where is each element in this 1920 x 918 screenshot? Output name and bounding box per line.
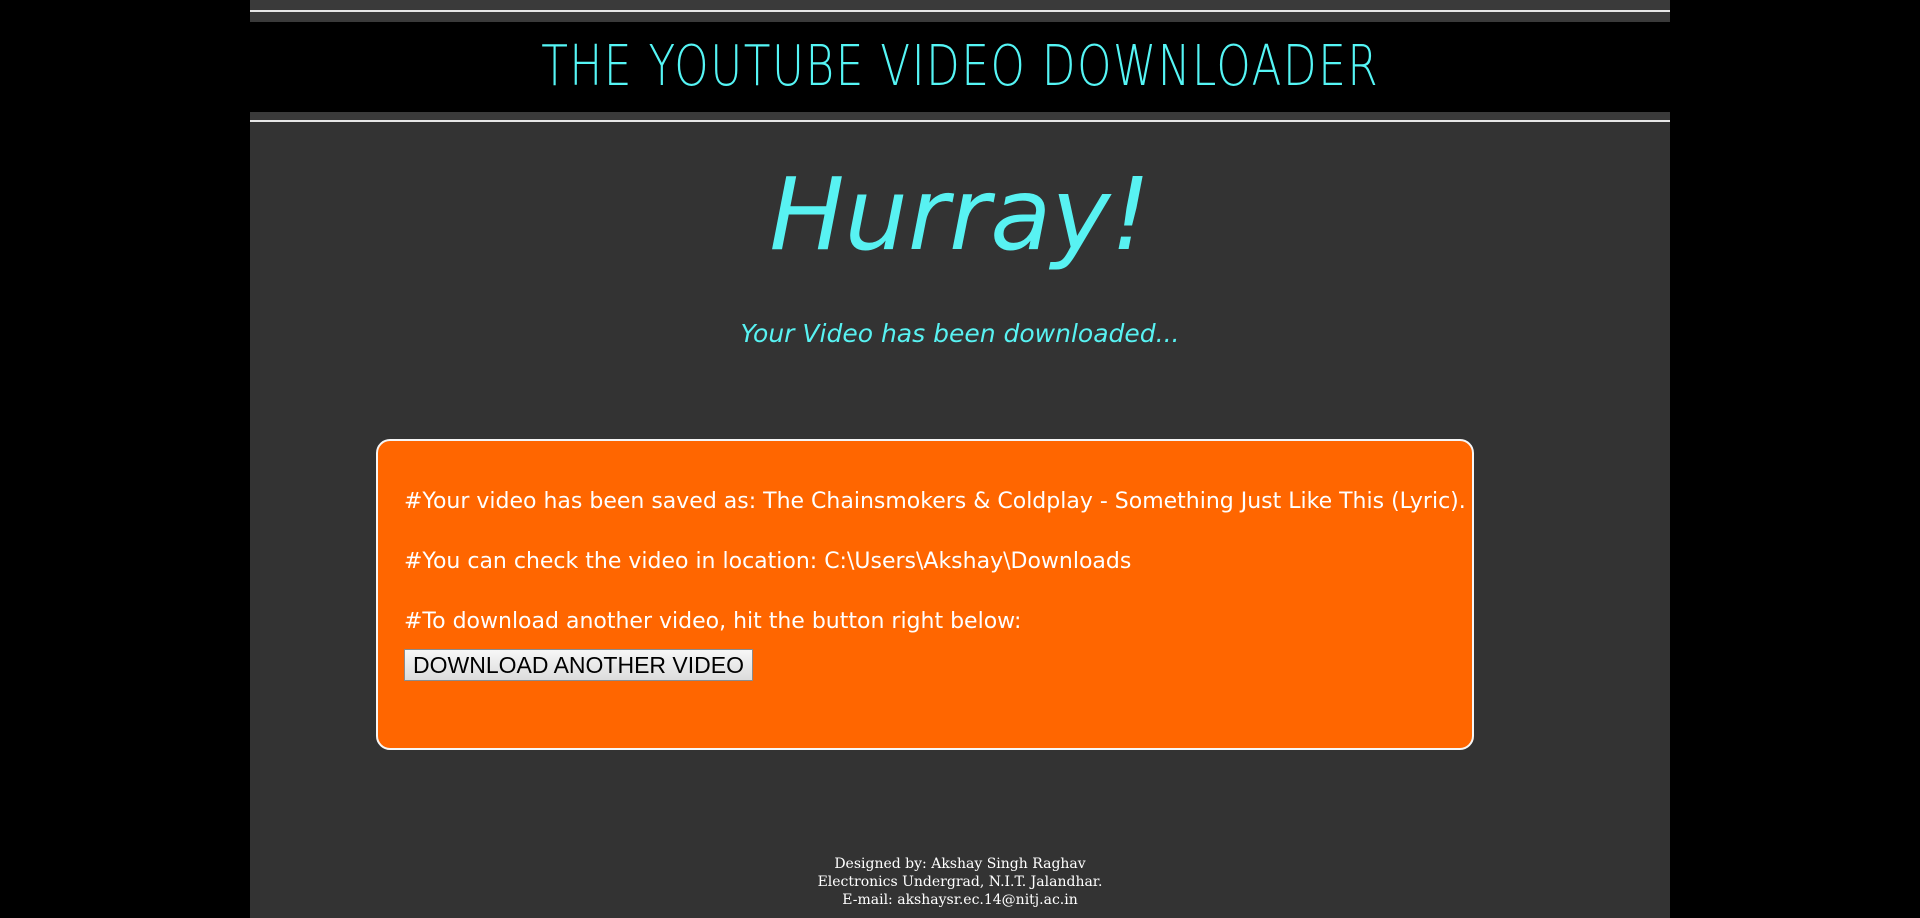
download-another-video-button[interactable]: DOWNLOAD ANOTHER VIDEO bbox=[404, 649, 753, 681]
success-subheading: Your Video has been downloaded... bbox=[740, 319, 1180, 348]
download-location-message: #You can check the video in location: C:… bbox=[404, 549, 1132, 574]
footer-affiliation: Electronics Undergrad, N.I.T. Jalandhar. bbox=[817, 874, 1103, 890]
footer-email: E-mail: akshaysr.ec.14@nitj.ac.in bbox=[842, 892, 1078, 908]
header-bottom-divider bbox=[250, 120, 1670, 122]
site-header: THE YOUTUBE VIDEO DOWNLOADER bbox=[250, 22, 1670, 112]
page-container: THE YOUTUBE VIDEO DOWNLOADER Hurray! You… bbox=[250, 0, 1670, 918]
success-heading: Hurray! bbox=[769, 156, 1151, 273]
header-band: THE YOUTUBE VIDEO DOWNLOADER bbox=[250, 0, 1670, 122]
saved-file-message: #Your video has been saved as: The Chain… bbox=[404, 489, 1466, 514]
footer-designer: Designed by: Akshay Singh Raghav bbox=[834, 856, 1086, 872]
download-result-panel: #Your video has been saved as: The Chain… bbox=[376, 439, 1474, 750]
site-title: THE YOUTUBE VIDEO DOWNLOADER bbox=[540, 34, 1380, 99]
site-footer: Designed by: Akshay Singh Raghav Electro… bbox=[250, 855, 1670, 909]
next-step-instruction: #To download another video, hit the butt… bbox=[404, 609, 1022, 634]
header-top-divider bbox=[250, 10, 1670, 12]
